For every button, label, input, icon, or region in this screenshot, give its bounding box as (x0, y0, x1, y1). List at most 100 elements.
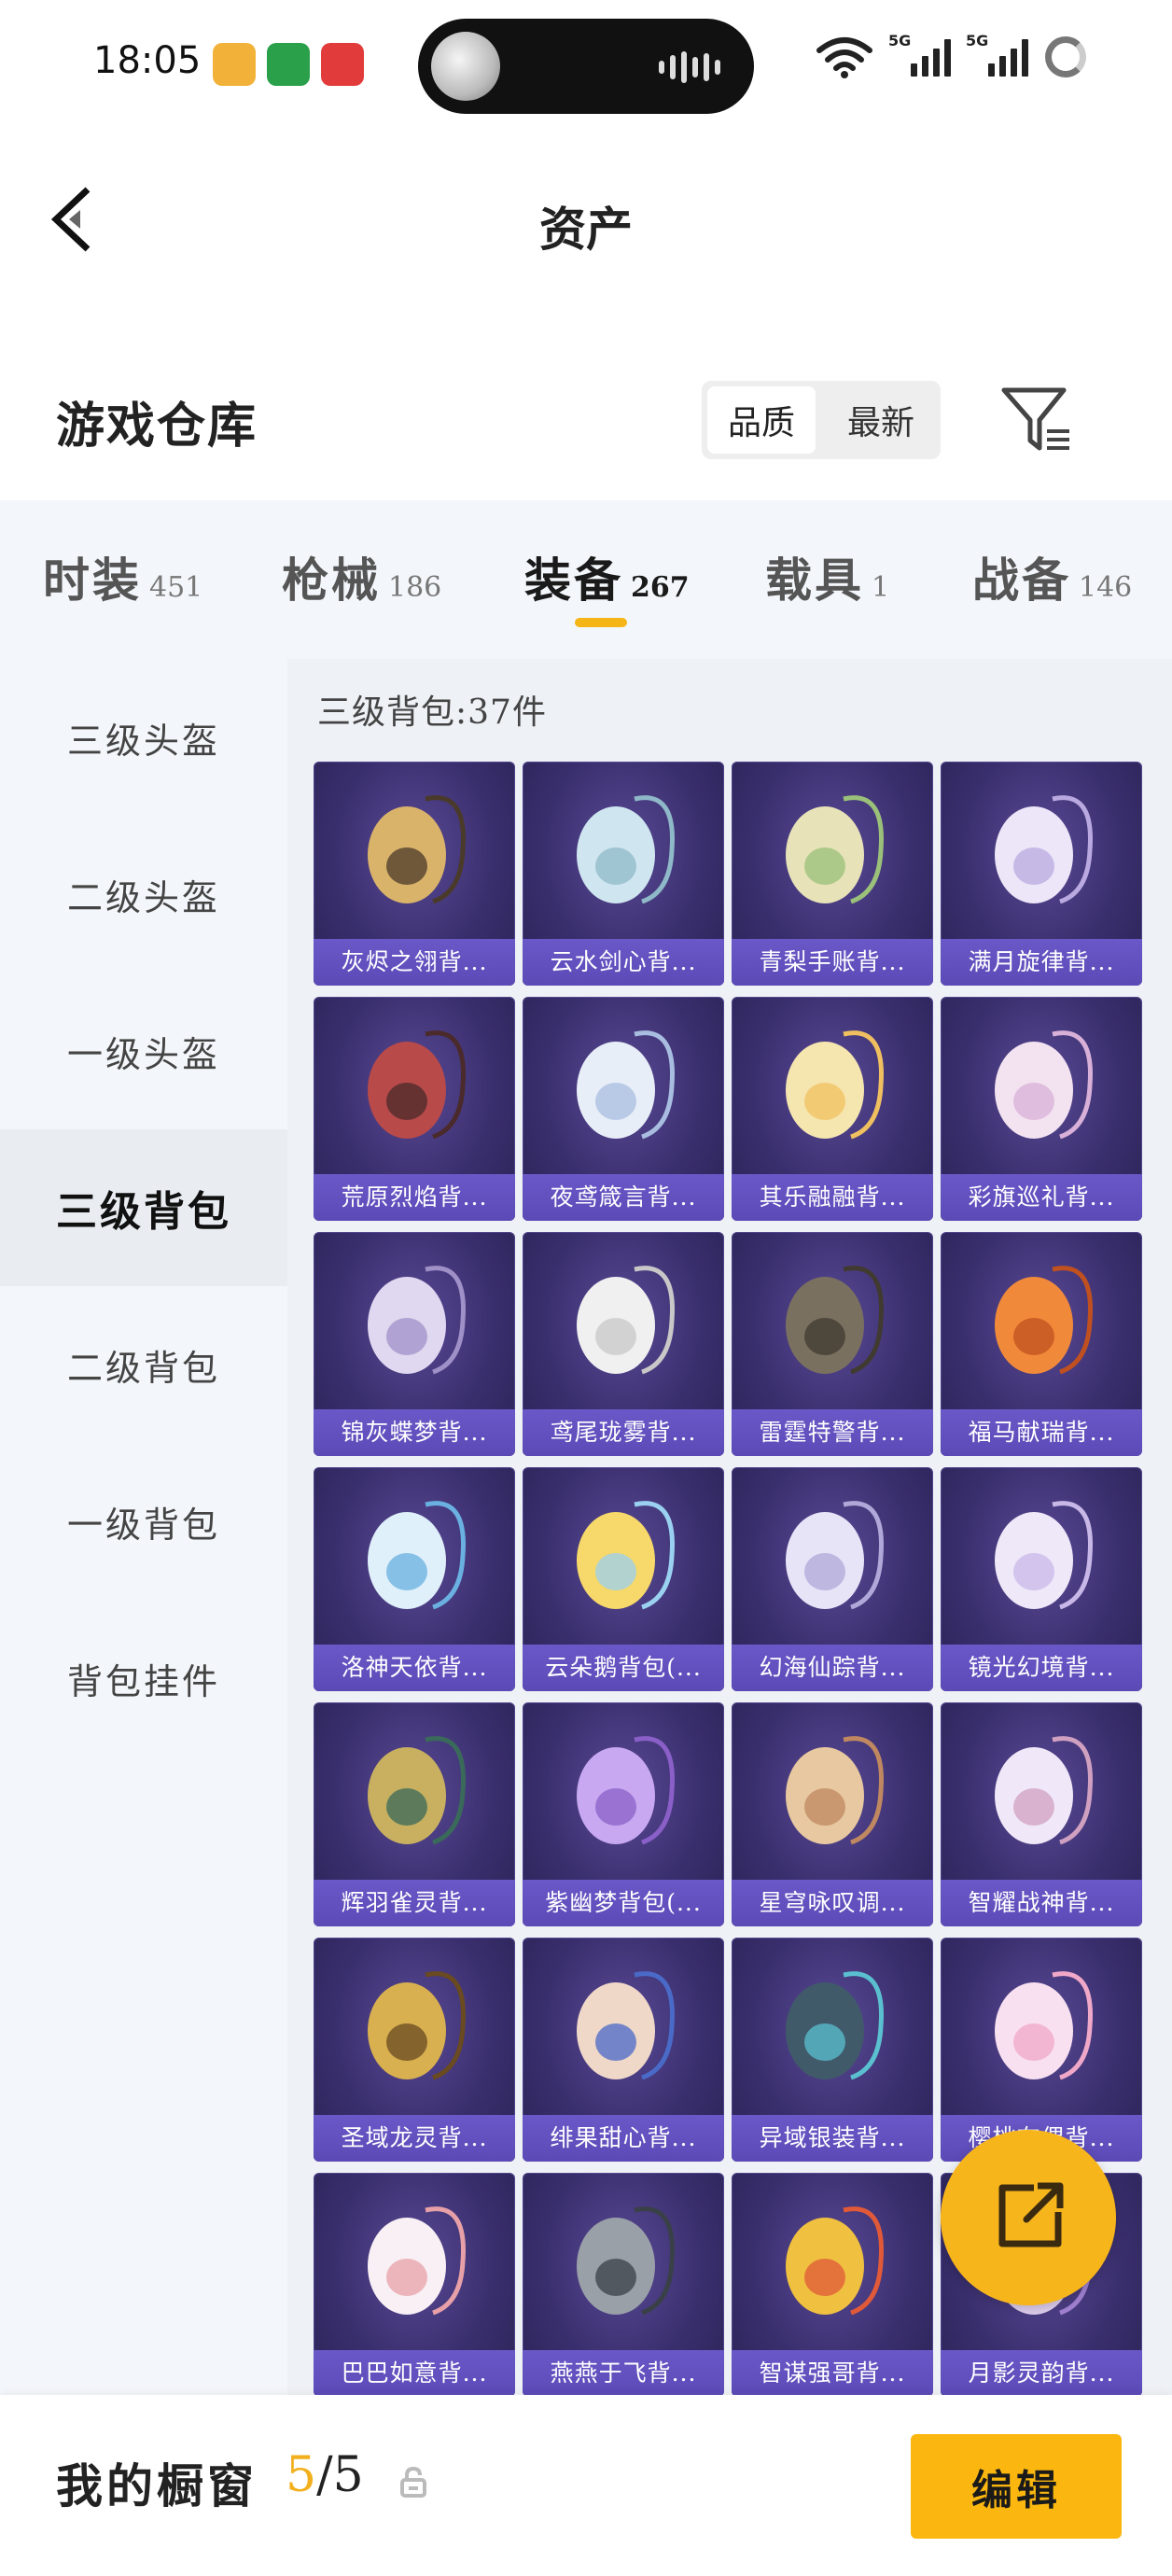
item-name: 镜光幻境背... (941, 1645, 1142, 1691)
category-tabs: 时装 451 枪械 186 装备 267 载具 1 战备 146 (0, 500, 1172, 659)
showcase-bar: 我的橱窗 5/5 编辑 (0, 2395, 1172, 2576)
item-card[interactable]: 福马献瑞背... (941, 1232, 1142, 1456)
item-card[interactable]: 其乐融融背... (732, 997, 933, 1221)
showcase-label: 我的橱窗 (56, 2458, 258, 2513)
status-bar: 18:05 5G 5G (0, 0, 1172, 131)
item-card[interactable]: 彩旗巡礼背... (941, 997, 1142, 1221)
item-name: 紫幽梦背包(... (523, 1880, 724, 1926)
active-tab-indicator (575, 618, 627, 627)
backpack-icon (786, 1736, 884, 1845)
backpack-icon (786, 1501, 884, 1610)
item-name: 智谋强哥背... (732, 2350, 933, 2395)
tab-equipment[interactable]: 装备 267 (524, 543, 690, 610)
item-card[interactable]: 燕燕于飞背... (523, 2173, 724, 2395)
item-name: 青梨手账背... (732, 939, 933, 986)
item-card[interactable]: 巴巴如意背... (314, 2173, 515, 2395)
section-title: 游戏仓库 (56, 398, 258, 455)
tab-label: 战备 (972, 553, 1071, 608)
item-card[interactable]: 锦灰蝶梦背... (314, 1232, 515, 1456)
backpack-icon (786, 795, 884, 904)
tab-weapons[interactable]: 枪械 186 (282, 543, 441, 610)
notification-icons (213, 43, 364, 86)
item-name: 巴巴如意背... (314, 2350, 515, 2395)
backpack-icon (368, 1501, 466, 1610)
item-card[interactable]: 镜光幻境背... (941, 1467, 1142, 1691)
item-name: 锦灰蝶梦背... (314, 1409, 515, 1456)
item-card[interactable]: 荒原烈焰背... (314, 997, 515, 1221)
backpack-icon (786, 1030, 884, 1140)
item-card[interactable]: 云水剑心背... (523, 762, 724, 986)
share-button[interactable] (941, 2130, 1116, 2305)
tab-label: 装备 (524, 553, 623, 608)
item-card[interactable]: 樱桃布偶背... (941, 1938, 1142, 2162)
sort-option-newest[interactable]: 最新 (827, 386, 935, 454)
showcase-current: 5 (286, 2447, 317, 2503)
edit-button[interactable]: 编辑 (911, 2434, 1122, 2539)
item-card[interactable]: 夜鸢箴言背... (523, 997, 724, 1221)
sidebar-item-level2-helmet[interactable]: 二级头盔 (0, 816, 287, 973)
item-count-label: 三级背包:37件 (317, 693, 547, 732)
item-name: 洛神天依背... (314, 1645, 515, 1691)
backpack-icon (995, 1030, 1093, 1140)
tab-vehicles[interactable]: 载具 1 (765, 543, 889, 610)
backpack-icon (368, 1736, 466, 1845)
backpack-icon (577, 1501, 675, 1610)
item-name: 燕燕于飞背... (523, 2350, 724, 2395)
item-name: 夜鸢箴言背... (523, 1174, 724, 1221)
tab-count: 186 (388, 571, 442, 604)
backpack-icon (995, 1971, 1093, 2080)
backpack-icon (995, 1266, 1093, 1375)
item-name: 星穹咏叹调... (732, 1880, 933, 1926)
item-card[interactable]: 雷霆特警背... (732, 1232, 933, 1456)
item-card[interactable]: 异域银装背... (732, 1938, 933, 2162)
item-card[interactable]: 云朵鹅背包(... (523, 1467, 724, 1691)
sidebar-item-level1-helmet[interactable]: 一级头盔 (0, 973, 287, 1129)
item-card[interactable]: 满月旋律背... (941, 762, 1142, 986)
item-name: 灰烬之翎背... (314, 939, 515, 986)
dynamic-island[interactable] (418, 19, 754, 114)
item-name: 彩旗巡礼背... (941, 1174, 1142, 1221)
backpack-icon (786, 1971, 884, 2080)
item-card[interactable]: 星穹咏叹调... (732, 1702, 933, 1926)
item-card[interactable]: 洛神天依背... (314, 1467, 515, 1691)
wifi-icon (816, 37, 872, 78)
app-notification-icon (213, 43, 256, 86)
backpack-icon (368, 2206, 466, 2316)
backpack-icon (995, 1736, 1093, 1845)
network-type: 5G (966, 32, 989, 49)
page-header: 资产 (0, 131, 1172, 308)
filter-icon[interactable] (998, 383, 1073, 457)
item-name: 雷霆特警背... (732, 1409, 933, 1456)
item-card[interactable]: 智谋强哥背... (732, 2173, 933, 2395)
item-card[interactable]: 灰烬之翎背... (314, 762, 515, 986)
tab-label: 枪械 (282, 553, 381, 608)
showcase-count: 5/5 (286, 2447, 364, 2503)
network-type: 5G (888, 32, 912, 49)
item-card[interactable]: 智耀战神背... (941, 1702, 1142, 1926)
status-time: 18:05 (93, 39, 202, 82)
item-card[interactable]: 绯果甜心背... (523, 1938, 724, 2162)
tab-fashion[interactable]: 时装 451 (43, 543, 202, 610)
backpack-icon (368, 795, 466, 904)
tab-supplies[interactable]: 战备 146 (972, 543, 1132, 610)
item-name: 智耀战神背... (941, 1880, 1142, 1926)
sidebar-item-backpack-charm[interactable]: 背包挂件 (0, 1600, 287, 1757)
sidebar-item-level3-backpack[interactable]: 三级背包 (0, 1129, 287, 1286)
item-card[interactable]: 青梨手账背... (732, 762, 933, 986)
backpack-icon (995, 795, 1093, 904)
item-card[interactable]: 鸢尾珑雾背... (523, 1232, 724, 1456)
item-card[interactable]: 幻海仙踪背... (732, 1467, 933, 1691)
media-thumbnail (431, 32, 500, 101)
item-card[interactable]: 圣域龙灵背... (314, 1938, 515, 2162)
audio-wave-icon (659, 50, 720, 84)
item-card[interactable]: 紫幽梦背包(... (523, 1702, 724, 1926)
item-name: 异域银装背... (732, 2115, 933, 2162)
sort-option-quality[interactable]: 品质 (707, 386, 816, 454)
item-name: 圣域龙灵背... (314, 2115, 515, 2162)
item-card[interactable]: 辉羽雀灵背... (314, 1702, 515, 1926)
sidebar-item-level3-helmet[interactable]: 三级头盔 (0, 659, 287, 816)
item-name: 鸢尾珑雾背... (523, 1409, 724, 1456)
sidebar-item-level2-backpack[interactable]: 二级背包 (0, 1286, 287, 1443)
sidebar-item-level1-backpack[interactable]: 一级背包 (0, 1443, 287, 1600)
signal-icon: 5G (966, 32, 1028, 77)
